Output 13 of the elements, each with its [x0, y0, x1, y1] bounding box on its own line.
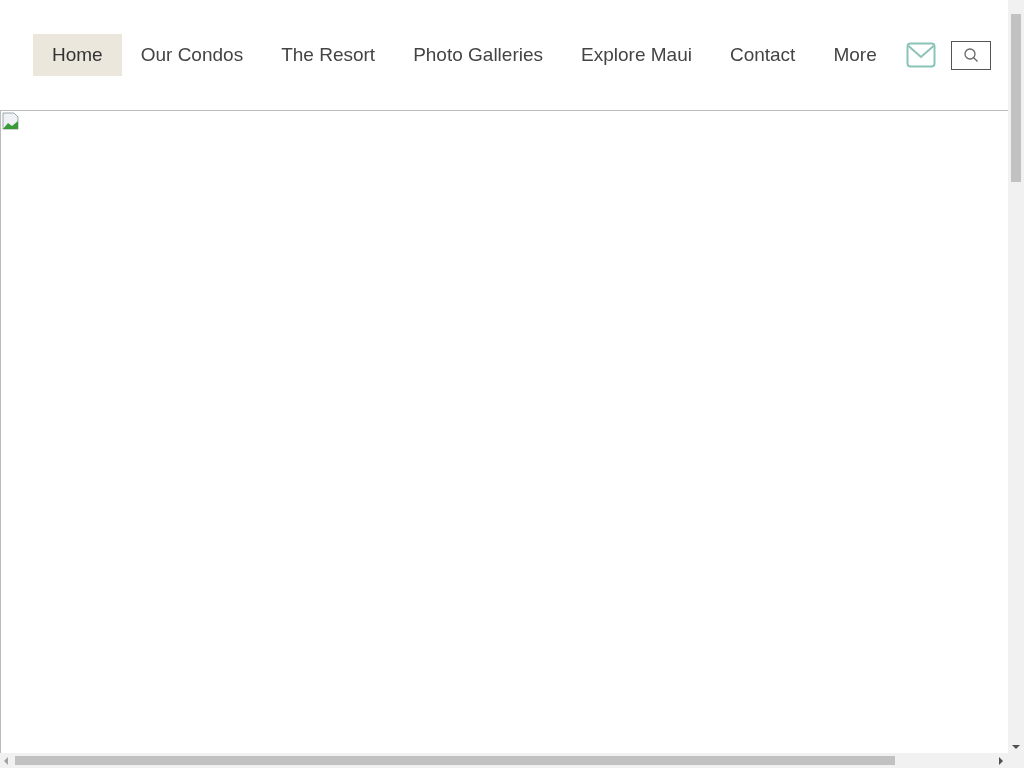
nav-link[interactable]: Contact [710, 34, 815, 76]
nav-link[interactable]: Explore Maui [562, 34, 711, 76]
nav-link[interactable]: Our Condos [121, 34, 263, 76]
nav-link[interactable]: The Resort [262, 34, 395, 76]
search-icon [962, 47, 979, 63]
horizontal-scrollbar[interactable] [0, 753, 1024, 768]
search-button[interactable] [950, 40, 991, 70]
nav-link[interactable]: More [814, 34, 896, 76]
nav-link[interactable]: Home [33, 34, 122, 76]
vertical-scrollbar[interactable] [1008, 0, 1024, 753]
nav-link[interactable]: Photo Galleries [394, 34, 563, 76]
broken-image-icon [2, 112, 20, 130]
mail-icon[interactable] [905, 42, 936, 68]
